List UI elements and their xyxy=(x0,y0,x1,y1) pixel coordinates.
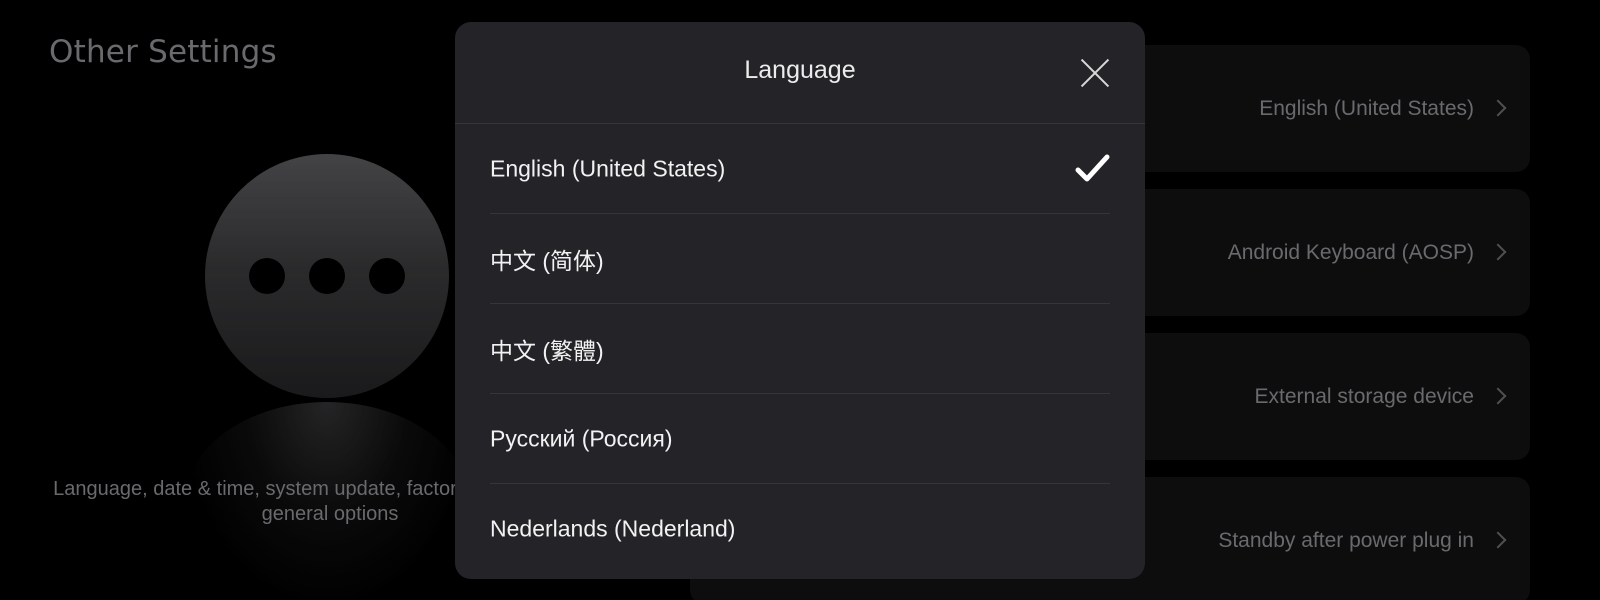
language-option-russian[interactable]: Русский (Россия) xyxy=(490,394,1110,484)
language-dialog: Language English (United States) 中文 (简体)… xyxy=(455,22,1145,579)
language-option-label: Русский (Россия) xyxy=(490,425,673,451)
language-option-chinese-traditional[interactable]: 中文 (繁體) xyxy=(490,304,1110,394)
language-option-dutch[interactable]: Nederlands (Nederland) xyxy=(490,484,1110,574)
language-option-label: 中文 (繁體) xyxy=(490,337,604,364)
language-option-label: 中文 (简体) xyxy=(490,247,604,274)
close-button[interactable] xyxy=(1079,57,1111,89)
close-icon xyxy=(1079,57,1111,89)
language-list: English (United States) 中文 (简体) 中文 (繁體) … xyxy=(455,124,1145,574)
dialog-header: Language xyxy=(455,22,1145,124)
language-option-chinese-simplified[interactable]: 中文 (简体) xyxy=(490,214,1110,304)
language-option-label: English (United States) xyxy=(490,155,726,181)
dialog-title: Language xyxy=(744,56,856,84)
language-option-label: Nederlands (Nederland) xyxy=(490,515,736,542)
language-option-english-us[interactable]: English (United States) xyxy=(490,124,1110,214)
checkmark-icon xyxy=(1075,154,1110,181)
